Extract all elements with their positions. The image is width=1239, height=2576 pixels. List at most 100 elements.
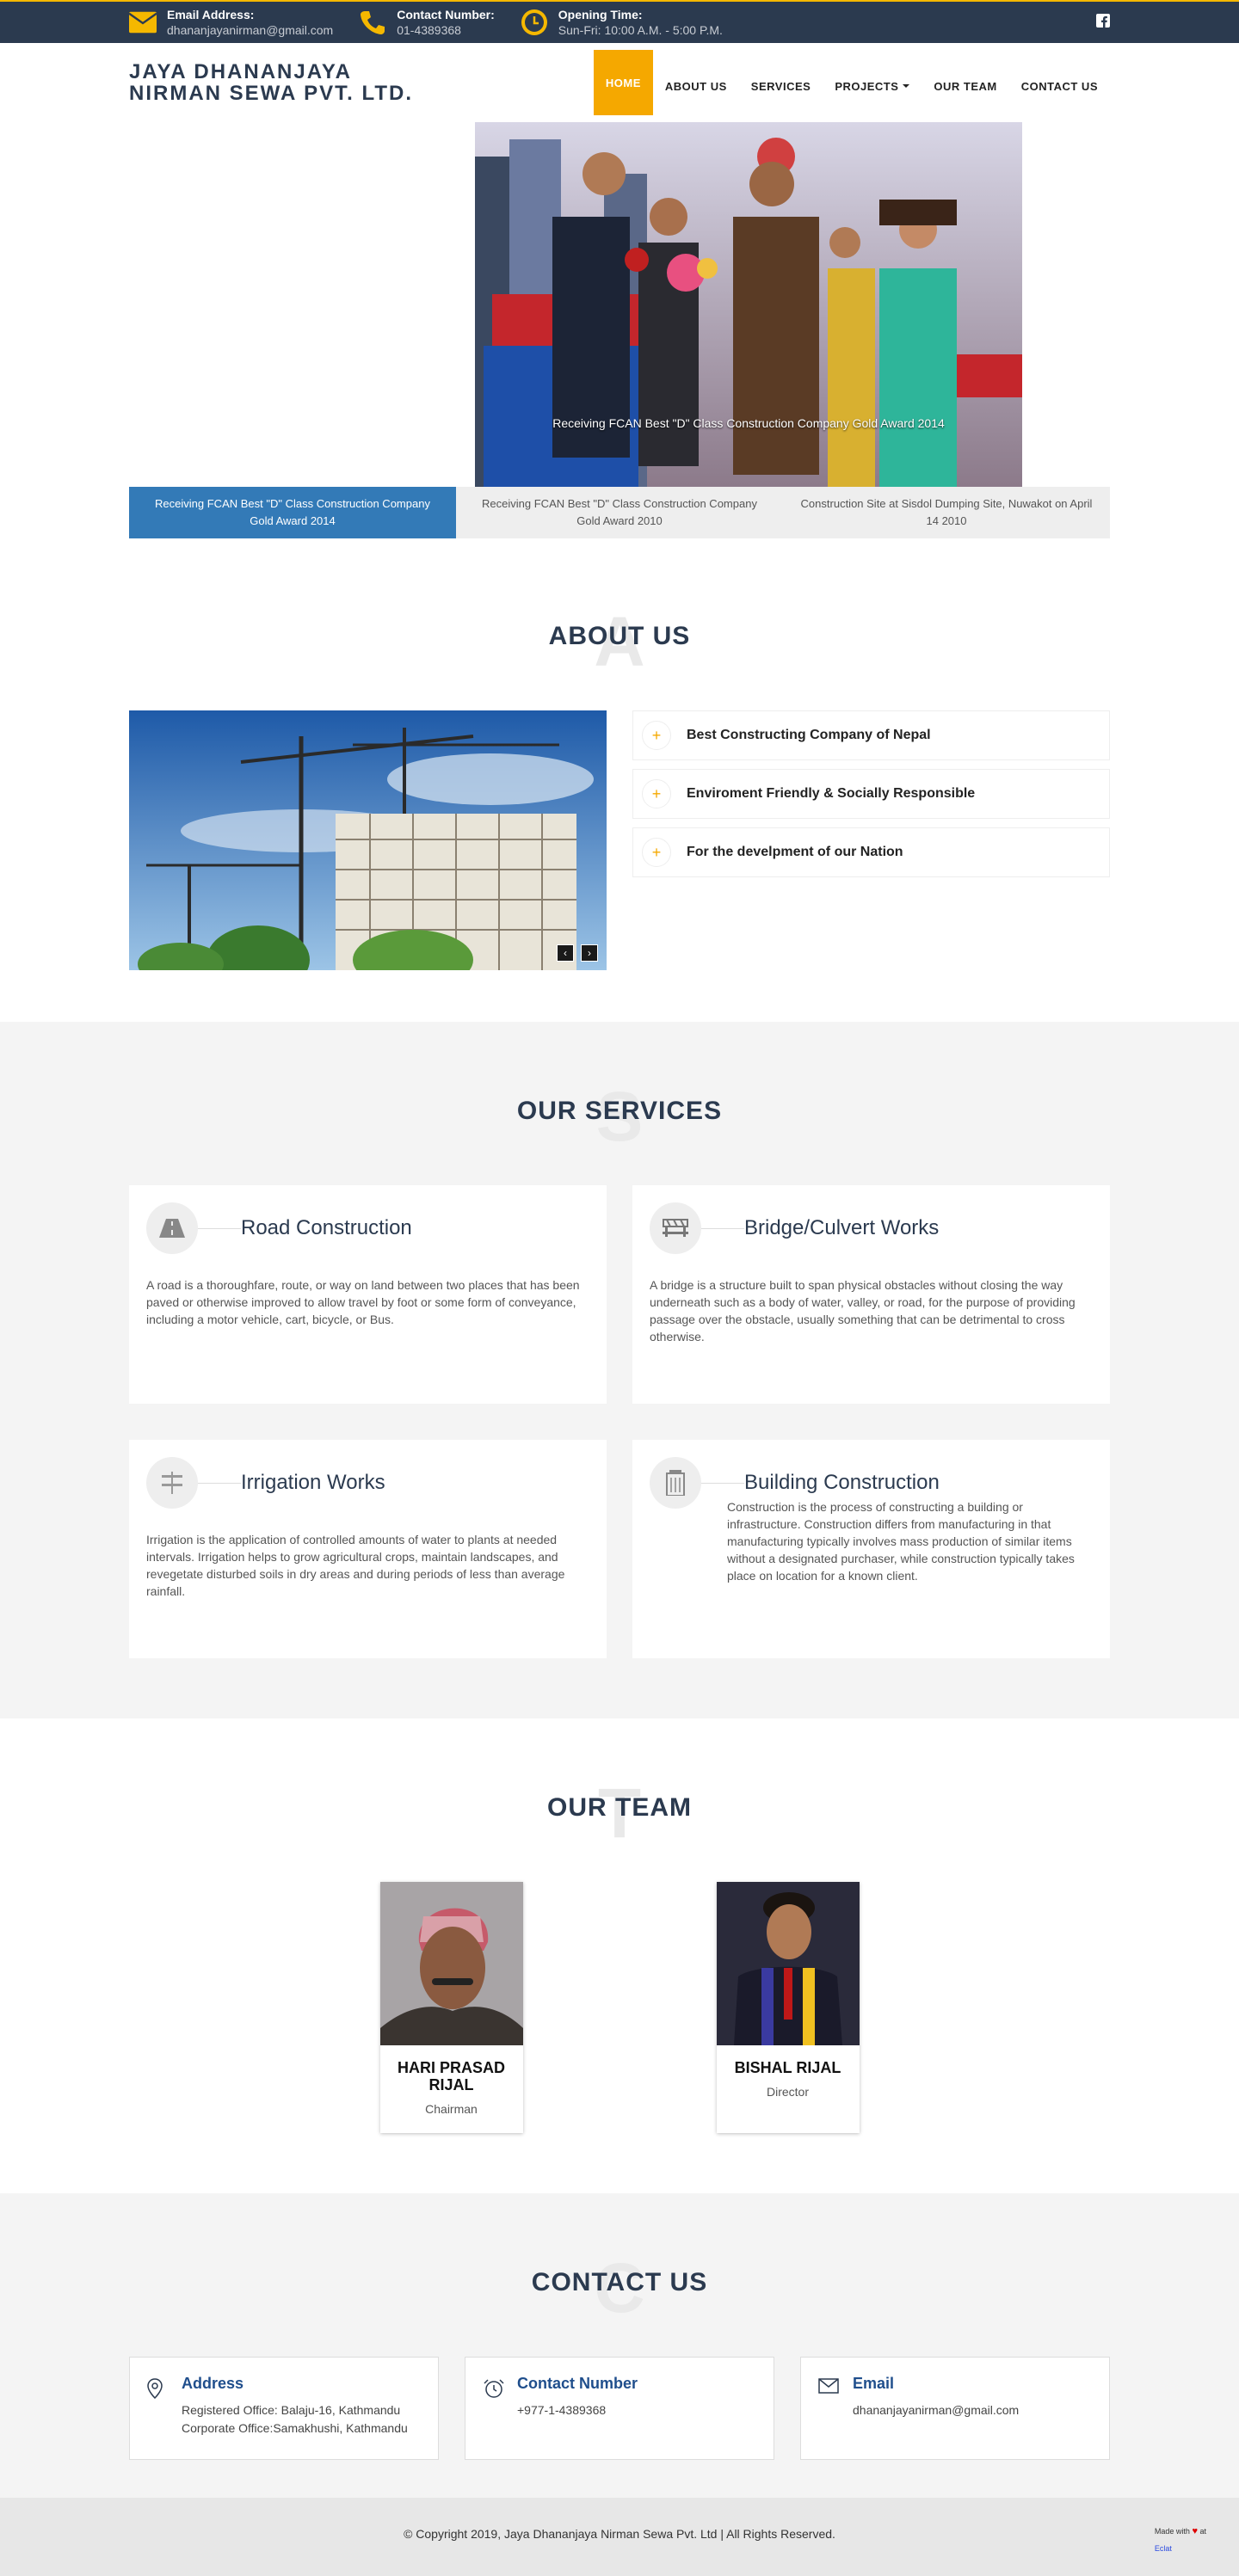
address-line-1: Registered Office: Balaju-16, Kathmandu	[182, 2403, 401, 2417]
member-photo	[379, 1882, 523, 2045]
service-title: Irrigation Works	[241, 1471, 385, 1494]
contact-title: CONTACT US	[531, 2268, 708, 2296]
contact-card-email: Email dhananjayanirman@gmail.com	[800, 2357, 1110, 2460]
award-ceremony-photo: Receiving FCAN Best "D" Class Constructi…	[475, 122, 1022, 487]
nav-contact[interactable]: CONTACT US	[1009, 50, 1110, 122]
signpost-icon	[146, 1457, 198, 1509]
caret-down-icon	[903, 84, 910, 88]
member-name: HARI PRASAD RIJAL	[397, 2059, 505, 2093]
email-title: Email	[853, 2375, 895, 2392]
next-arrow-icon[interactable]: ›	[581, 944, 598, 962]
hours-value: Sun-Fri: 10:00 A.M. - 5:00 P.M.	[558, 23, 723, 37]
facebook-square-icon[interactable]	[1096, 13, 1110, 32]
nav-projects[interactable]: PROJECTS	[823, 50, 922, 122]
service-card-road: Road Construction A road is a thoroughfa…	[129, 1185, 607, 1404]
plus-icon: +	[642, 838, 671, 867]
team-title: OUR TEAM	[547, 1793, 692, 1822]
service-card-irrigation: Irrigation Works Irrigation is the appli…	[129, 1440, 607, 1658]
contact-email-value[interactable]: dhananjayanirman@gmail.com	[853, 2401, 1019, 2419]
plus-icon: +	[642, 779, 671, 808]
slide-caption: Receiving FCAN Best "D" Class Constructi…	[552, 416, 945, 430]
main-nav: HOME ABOUT US SERVICES PROJECTS OUR TEAM…	[593, 43, 1110, 122]
hero-carousel: Receiving FCAN Best "D" Class Constructi…	[129, 122, 1110, 538]
about-section: A ABOUT US ‹ › + Best Constructing Compa…	[0, 538, 1239, 1022]
service-title: Road Construction	[241, 1216, 412, 1239]
service-card-building: Building Construction Construction is th…	[632, 1440, 1110, 1658]
team-heading: T OUR TEAM	[129, 1775, 1110, 1873]
eclat-link[interactable]: Eclat	[1155, 2540, 1206, 2557]
nav-team[interactable]: OUR TEAM	[922, 50, 1008, 122]
services-title: OUR SERVICES	[516, 1097, 723, 1125]
carousel-tabs: Receiving FCAN Best "D" Class Constructi…	[129, 487, 1110, 538]
service-title: Bridge/Culvert Works	[744, 1216, 940, 1239]
services-heading: S OUR SERVICES	[129, 1079, 1110, 1177]
phone-icon	[359, 9, 386, 36]
about-title: ABOUT US	[548, 622, 691, 650]
hours-info: Opening Time: Sun-Fri: 10:00 A.M. - 5:00…	[521, 7, 723, 38]
contact-heading: C CONTACT US	[129, 2250, 1110, 2348]
phone-label: Contact Number:	[397, 8, 495, 22]
alarm-clock-icon	[483, 2375, 509, 2442]
made-suffix: at	[1199, 2527, 1206, 2536]
hours-label: Opening Time:	[558, 8, 643, 22]
nav-projects-label: PROJECTS	[835, 79, 899, 93]
barrier-icon	[650, 1202, 701, 1254]
team-member-card: HARI PRASAD RIJAL Chairman	[379, 1882, 523, 2133]
road-icon	[146, 1202, 198, 1254]
site-header: JAYA DHANANJAYA NIRMAN SEWA PVT. LTD. HO…	[0, 43, 1239, 122]
member-photo	[716, 1882, 860, 2045]
made-with-credit: Made with ♥ at Eclat	[1155, 2523, 1206, 2557]
accordion-label: For the develpment of our Nation	[687, 845, 903, 859]
envelope-icon	[129, 9, 157, 36]
accordion-item-1[interactable]: + Best Constructing Company of Nepal	[632, 710, 1110, 760]
email-label: Email Address:	[167, 8, 255, 22]
accordion-label: Enviroment Friendly & Socially Responsib…	[687, 786, 976, 801]
accordion-item-2[interactable]: + Enviroment Friendly & Socially Respons…	[632, 769, 1110, 819]
team-section: T OUR TEAM HARI PRASAD RIJAL Chairman BI…	[0, 1718, 1239, 2193]
address-title: Address	[182, 2375, 244, 2392]
service-description: A bridge is a structure built to span ph…	[650, 1278, 1076, 1343]
brand-logo[interactable]: JAYA DHANANJAYA NIRMAN SEWA PVT. LTD.	[129, 61, 559, 104]
service-description: Irrigation is the application of control…	[146, 1533, 565, 1598]
plus-icon: +	[642, 721, 671, 750]
email-info: Email Address: dhananjayanirman@gmail.co…	[129, 7, 333, 38]
phone-title: Contact Number	[517, 2375, 638, 2392]
brand-line-2: NIRMAN SEWA PVT. LTD.	[129, 82, 413, 105]
building-icon	[650, 1457, 701, 1509]
nav-services[interactable]: SERVICES	[739, 50, 823, 122]
contact-card-address: Address Registered Office: Balaju-16, Ka…	[129, 2357, 439, 2460]
services-section: S OUR SERVICES Road Construction A road …	[0, 1022, 1239, 1718]
service-description: A road is a thoroughfare, route, or way …	[146, 1278, 580, 1326]
about-heading: A ABOUT US	[129, 604, 1110, 702]
contact-card-phone: Contact Number +977-1-4389368	[465, 2357, 774, 2460]
copyright-text: © Copyright 2019, Jaya Dhananjaya Nirman…	[404, 2527, 835, 2541]
service-card-bridge: Bridge/Culvert Works A bridge is a struc…	[632, 1185, 1110, 1404]
made-prefix: Made with	[1154, 2527, 1190, 2536]
service-title: Building Construction	[744, 1471, 940, 1494]
phone-value[interactable]: 01-4389368	[397, 22, 495, 38]
carousel-tab-1[interactable]: Receiving FCAN Best "D" Class Constructi…	[129, 487, 456, 538]
accordion-item-3[interactable]: + For the develpment of our Nation	[632, 827, 1110, 877]
nav-home[interactable]: HOME	[593, 50, 653, 115]
brand-line-1: JAYA DHANANJAYA	[129, 60, 352, 83]
about-accordion: + Best Constructing Company of Nepal + E…	[632, 710, 1110, 970]
address-line-2: Corporate Office:Samakhushi, Kathmandu	[182, 2421, 408, 2435]
email-value[interactable]: dhananjayanirman@gmail.com	[167, 22, 333, 38]
contact-section: C CONTACT US Address Registered Office: …	[0, 2193, 1239, 2498]
accordion-label: Best Constructing Company of Nepal	[687, 728, 931, 742]
heart-icon: ♥	[1192, 2526, 1198, 2536]
clock-icon	[521, 9, 548, 36]
map-pin-icon	[147, 2375, 173, 2442]
carousel-tab-2[interactable]: Receiving FCAN Best "D" Class Constructi…	[456, 487, 783, 538]
site-footer: © Copyright 2019, Jaya Dhananjaya Nirman…	[0, 2498, 1239, 2576]
member-name: BISHAL RIJAL	[734, 2059, 841, 2076]
nav-about[interactable]: ABOUT US	[653, 50, 739, 122]
construction-crane-photo: ‹ ›	[129, 710, 607, 970]
contact-phone-value[interactable]: +977-1-4389368	[517, 2401, 638, 2419]
member-role: Director	[766, 2085, 809, 2099]
top-info-bar: Email Address: dhananjayanirman@gmail.co…	[0, 0, 1239, 43]
carousel-tab-3[interactable]: Construction Site at Sisdol Dumping Site…	[783, 487, 1110, 538]
prev-arrow-icon[interactable]: ‹	[557, 944, 574, 962]
team-member-card: BISHAL RIJAL Director	[716, 1882, 860, 2133]
member-role: Chairman	[425, 2102, 478, 2116]
